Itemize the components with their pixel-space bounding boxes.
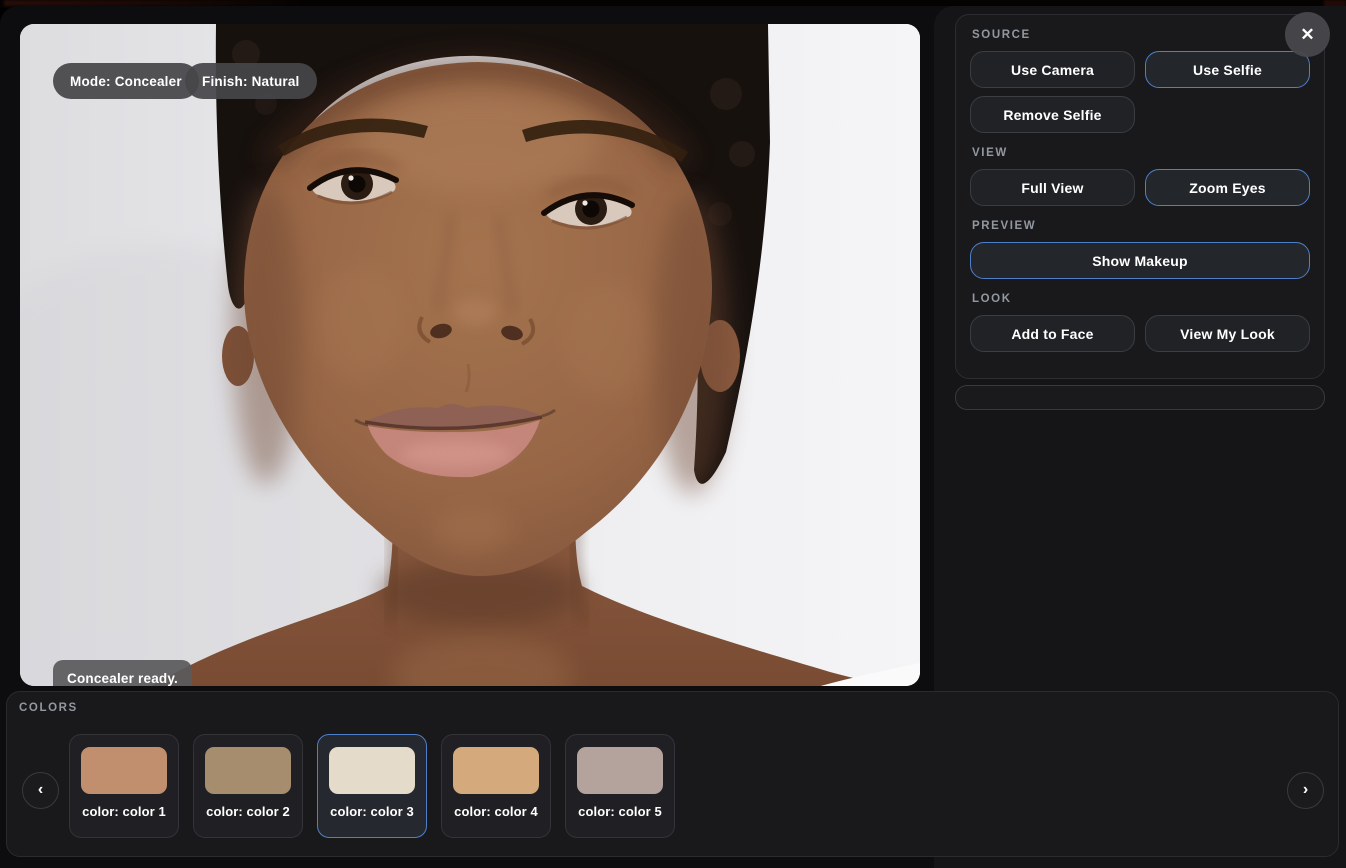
next-colors-button[interactable]: › xyxy=(1287,772,1324,809)
view-my-look-button[interactable]: View My Look xyxy=(1145,315,1310,352)
finish-pill: Finish: Natural xyxy=(185,63,317,99)
color-card[interactable]: color: color 2 xyxy=(193,734,303,838)
finish-pill-label: Finish: Natural xyxy=(202,74,300,89)
add-to-face-button[interactable]: Add to Face xyxy=(970,315,1135,352)
color-swatch xyxy=(577,747,663,794)
status-pill-label: Concealer ready. xyxy=(67,671,178,686)
remove-selfie-button[interactable]: Remove Selfie xyxy=(970,96,1135,133)
controls-panel: SOURCE Use Camera Use Selfie Remove Self… xyxy=(955,14,1325,379)
full-view-button[interactable]: Full View xyxy=(970,169,1135,206)
color-card-selected[interactable]: color: color 3 xyxy=(317,734,427,838)
color-card-label: color: color 4 xyxy=(454,804,538,819)
look-section-label: LOOK xyxy=(972,293,1308,305)
chevron-left-icon: ‹ xyxy=(38,781,43,799)
color-card-list: color: color 1 color: color 2 color: col… xyxy=(69,734,675,838)
color-swatch xyxy=(81,747,167,794)
color-card-label: color: color 5 xyxy=(578,804,662,819)
mode-pill-label: Mode: Concealer xyxy=(70,74,182,89)
view-section-label: VIEW xyxy=(972,147,1308,159)
mode-pill: Mode: Concealer xyxy=(53,63,199,99)
use-camera-button[interactable]: Use Camera xyxy=(970,51,1135,88)
source-section-label: SOURCE xyxy=(972,29,1308,41)
empty-tray xyxy=(955,385,1325,410)
colors-panel: COLORS ‹ color: color 1 color: color 2 c… xyxy=(6,691,1339,857)
color-swatch xyxy=(205,747,291,794)
show-makeup-button[interactable]: Show Makeup xyxy=(970,242,1310,279)
close-icon: ✕ xyxy=(1300,25,1314,45)
close-button[interactable]: ✕ xyxy=(1285,12,1330,57)
colors-section-label: COLORS xyxy=(19,702,78,714)
portrait-illustration xyxy=(20,24,920,686)
color-card[interactable]: color: color 5 xyxy=(565,734,675,838)
prev-colors-button[interactable]: ‹ xyxy=(22,772,59,809)
chevron-right-icon: › xyxy=(1303,781,1308,799)
color-card-label: color: color 2 xyxy=(206,804,290,819)
color-card-label: color: color 3 xyxy=(330,804,414,819)
selfie-preview-canvas: Mode: Concealer Finish: Natural Conceale… xyxy=(20,24,920,686)
status-pill: Concealer ready. xyxy=(53,660,192,686)
use-selfie-button[interactable]: Use Selfie xyxy=(1145,51,1310,88)
color-swatch xyxy=(329,747,415,794)
color-card-label: color: color 1 xyxy=(82,804,166,819)
color-swatch xyxy=(453,747,539,794)
color-card[interactable]: color: color 4 xyxy=(441,734,551,838)
zoom-eyes-button[interactable]: Zoom Eyes xyxy=(1145,169,1310,206)
color-card[interactable]: color: color 1 xyxy=(69,734,179,838)
preview-section-label: PREVIEW xyxy=(972,220,1308,232)
